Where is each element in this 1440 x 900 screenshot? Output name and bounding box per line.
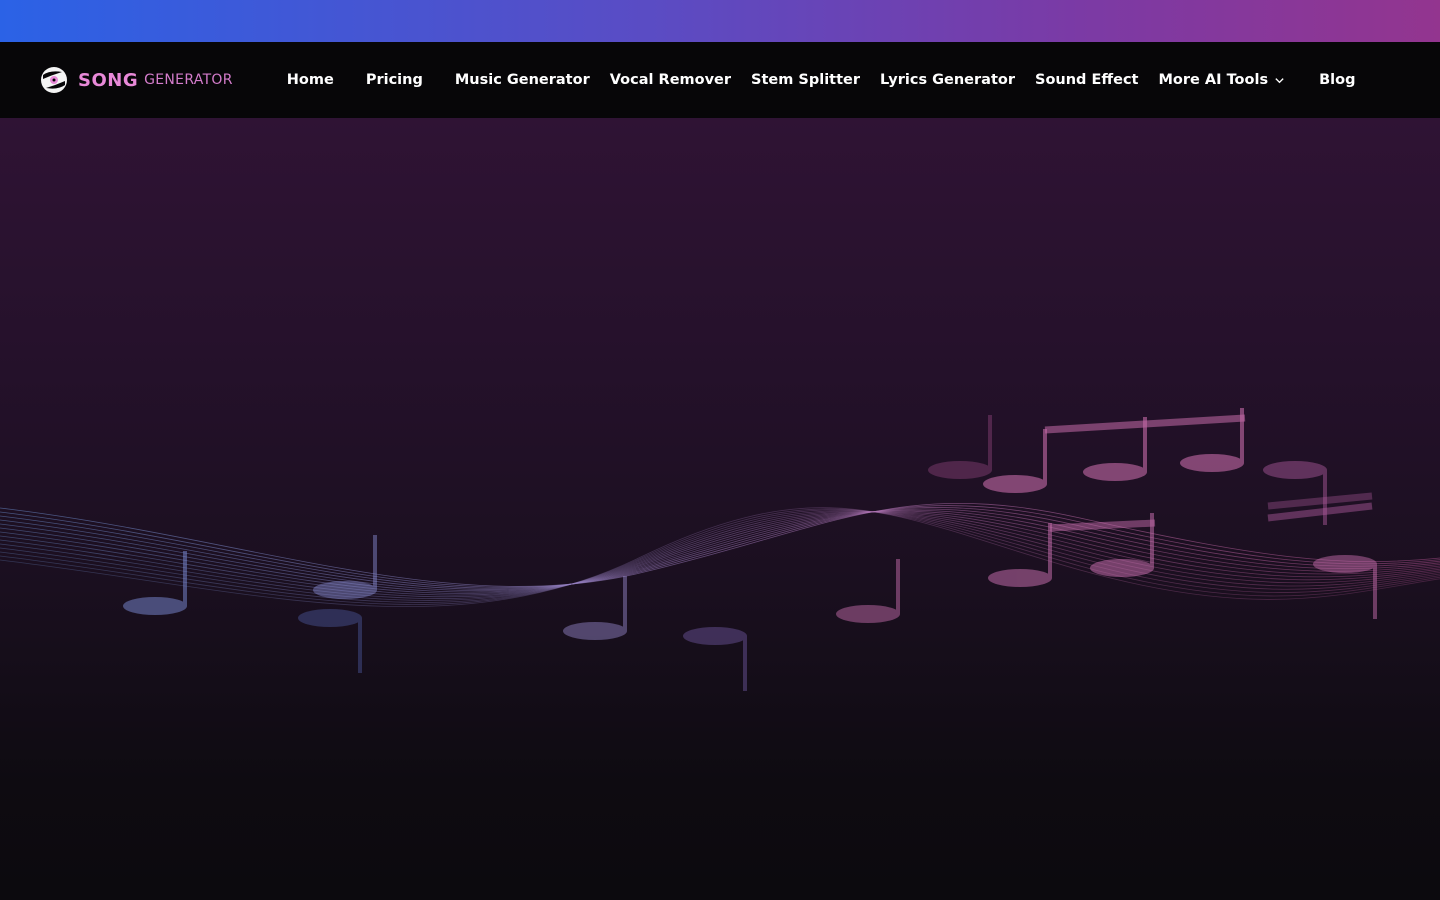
nav-vocal-remover[interactable]: Vocal Remover <box>610 72 731 88</box>
nav-music-generator[interactable]: Music Generator <box>455 72 590 88</box>
vinyl-disc-icon <box>41 67 67 93</box>
wave-staff-lines <box>0 503 1440 607</box>
music-notes-wave-illustration <box>0 218 1440 851</box>
nav-links: Home Pricing Music Generator Vocal Remov… <box>287 72 1356 88</box>
top-gradient-banner <box>0 0 1440 42</box>
nav-home[interactable]: Home <box>287 72 334 88</box>
nav-pricing[interactable]: Pricing <box>366 72 423 88</box>
chevron-down-icon <box>1275 77 1284 83</box>
brand-logo[interactable]: SONG GENERATOR <box>40 66 233 94</box>
nav-stem-splitter[interactable]: Stem Splitter <box>751 72 860 88</box>
nav-more-ai-tools-label: More AI Tools <box>1158 72 1269 88</box>
light-streaks <box>99 218 1411 851</box>
brand-name-primary: SONG <box>78 69 139 91</box>
hero-section <box>0 118 1440 900</box>
nav-lyrics-generator[interactable]: Lyrics Generator <box>880 72 1015 88</box>
music-notes <box>123 408 1377 691</box>
nav-blog[interactable]: Blog <box>1319 72 1355 88</box>
main-navbar: SONG GENERATOR Home Pricing Music Genera… <box>0 42 1440 118</box>
nav-sound-effect[interactable]: Sound Effect <box>1035 72 1139 88</box>
nav-more-ai-tools[interactable]: More AI Tools <box>1159 72 1286 88</box>
brand-name-secondary: GENERATOR <box>144 72 233 88</box>
